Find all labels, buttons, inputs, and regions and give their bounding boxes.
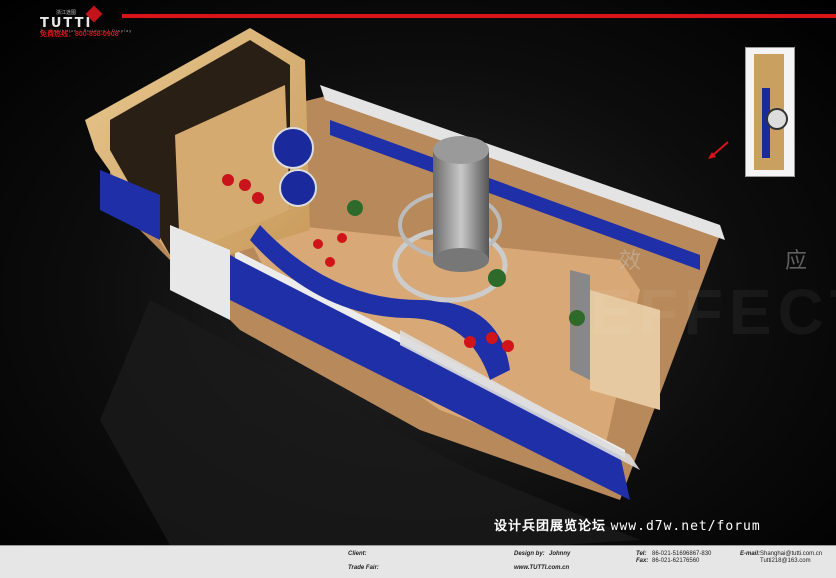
website-text: www.TUTTI.com.cn [514,565,570,571]
watermark-cn-1: 效 [619,248,642,273]
tel-label: Tel: [636,551,647,557]
email-label: E-mail: [740,551,761,557]
forum-caption: 设计兵团展览论坛 www.d7w.net/forum [494,515,761,534]
forum-cn-text: 设计兵团展览论坛 [494,518,607,533]
client-label: Client: [348,551,367,557]
forum-url[interactable]: www.d7w.net/forum [611,519,761,534]
email-value-2: Tutti218@163.com [760,558,811,564]
tradefair-label: Trade Fair: [348,565,379,571]
watermark-en: EFFECT [590,276,836,348]
direction-arrow-icon [708,141,729,159]
email-value-1: Shanghai@tutti.com.cn [760,551,823,557]
fax-value: 86-021-62176560 [652,558,700,564]
design-label: Design by: [514,551,545,557]
fax-label: Fax: [636,558,649,564]
tel-value: 86-021-51696867-830 [652,551,712,557]
designer-name: Johnny [549,551,571,557]
footer-info-bar: Client: Trade Fair: Design by: Johnny ww… [0,545,836,578]
booth-render [85,28,725,545]
plan-thumbnail [745,47,795,177]
watermark-cn-2: 应 [785,248,808,273]
